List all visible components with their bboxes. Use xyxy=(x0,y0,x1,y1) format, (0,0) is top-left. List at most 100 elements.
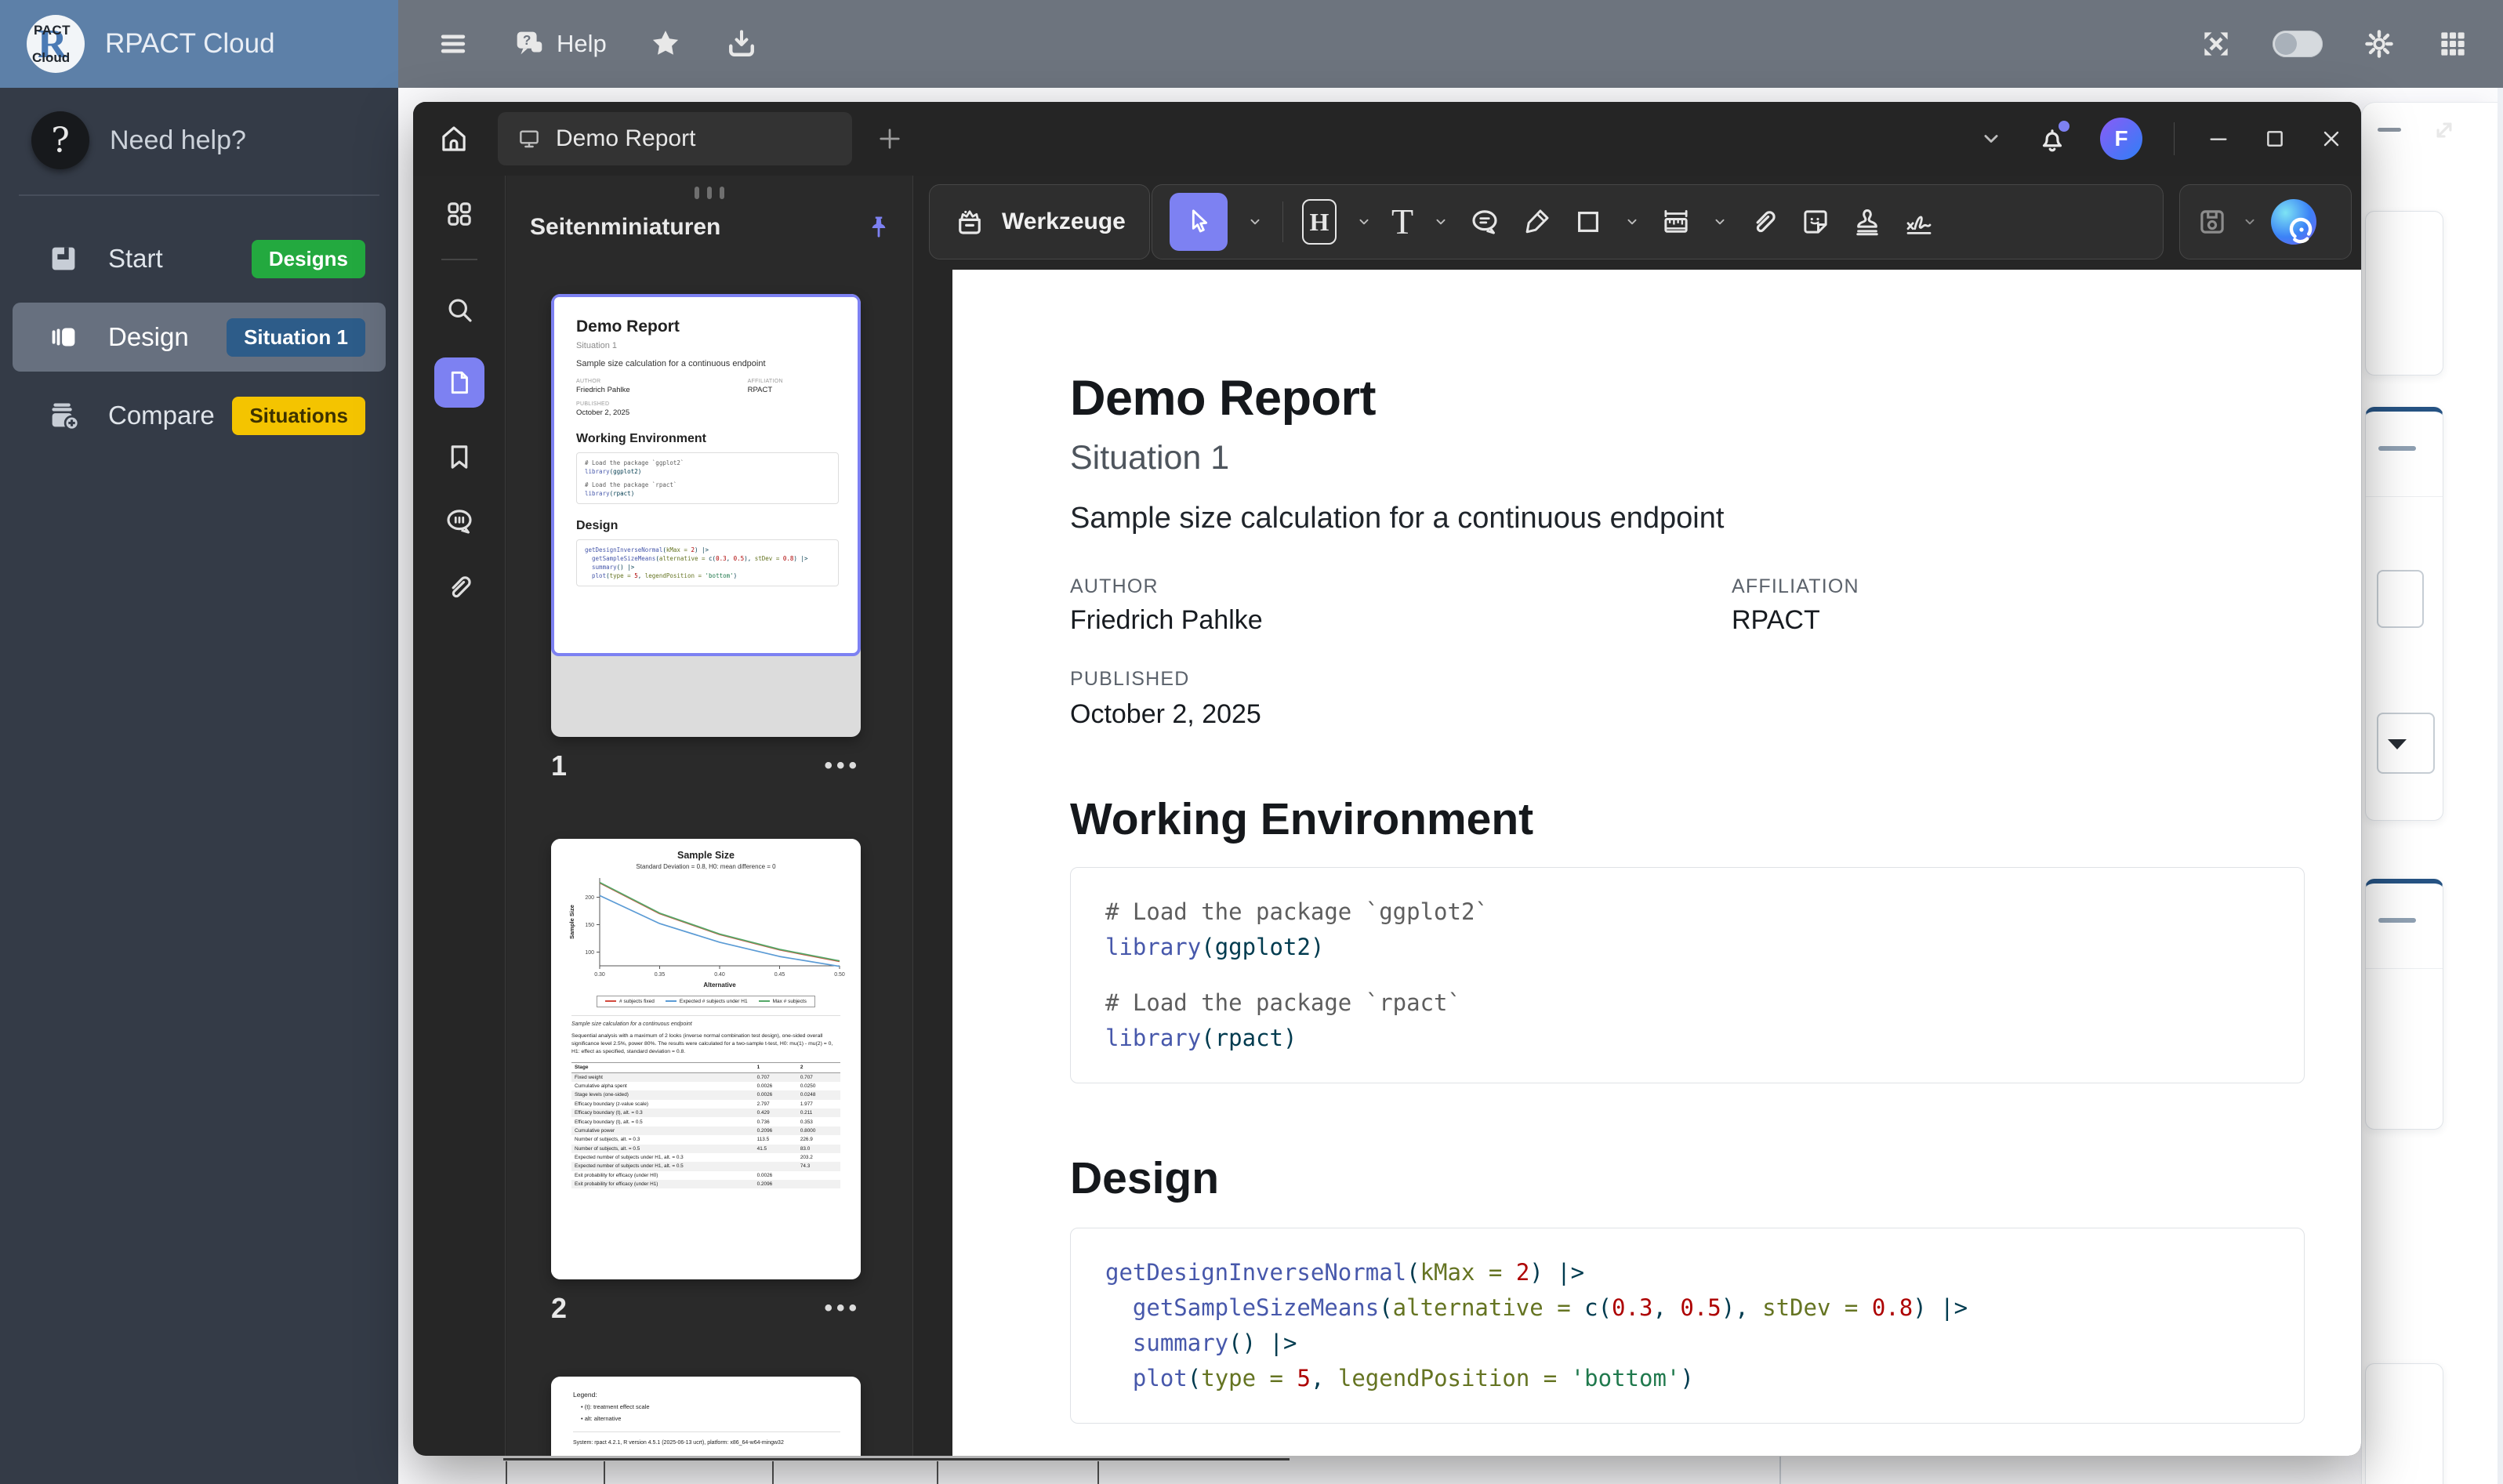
table-row: Stage levels (one-sided)0.00260.0248 xyxy=(571,1090,840,1099)
panel-title: Seitenminiaturen xyxy=(530,214,720,241)
close-button[interactable] xyxy=(2319,126,2344,151)
sticker-tool-icon[interactable] xyxy=(1799,205,1832,238)
ai-swirl-icon xyxy=(2279,207,2324,252)
table-row: Fixed weight0.7070.707 xyxy=(571,1072,840,1082)
thumbnail-3[interactable]: Legend: • (t): treatment effect scale • … xyxy=(551,1377,861,1456)
thumbnail-menu[interactable]: ••• xyxy=(824,1295,861,1322)
home-button[interactable] xyxy=(429,114,479,164)
rail-divider xyxy=(441,259,477,260)
summary-paragraph: Sequential analysis with a maximum of 2 … xyxy=(571,1032,840,1056)
code-line: summary() |> xyxy=(585,563,830,571)
bookmark-icon[interactable] xyxy=(443,441,476,474)
notifications-bell-icon[interactable] xyxy=(2036,122,2069,155)
table-row: Exit probability for efficacy (under H1)… xyxy=(571,1180,840,1188)
chevron-down-icon[interactable] xyxy=(1623,213,1641,230)
measure-tool-icon[interactable] xyxy=(1660,205,1692,238)
chevron-down-icon[interactable] xyxy=(1355,213,1373,230)
thumbnail-menu[interactable]: ••• xyxy=(824,753,861,779)
help-button[interactable]: Help xyxy=(511,26,607,62)
sidebar-item-start[interactable]: Start Designs xyxy=(13,224,386,293)
theme-toggle[interactable] xyxy=(2273,31,2323,57)
search-icon[interactable] xyxy=(443,293,476,326)
panel-expand-icon[interactable] xyxy=(2429,115,2459,145)
table-header: Stage xyxy=(571,1062,754,1072)
fullscreen-icon[interactable] xyxy=(2199,27,2233,61)
thumbnail-2[interactable]: Sample Size Standard Deviation = 0.8, H0… xyxy=(551,839,861,1279)
legend-item: Expected # subjects under H1 xyxy=(666,999,748,1004)
user-avatar[interactable]: F xyxy=(2100,118,2142,160)
chevron-down-icon[interactable] xyxy=(1432,213,1449,230)
svg-text:Alternative: Alternative xyxy=(703,981,736,989)
minimize-button[interactable] xyxy=(2206,126,2231,151)
toolbox-icon xyxy=(953,205,986,238)
dropdown-stub[interactable] xyxy=(2377,713,2435,774)
compare-icon xyxy=(45,397,82,434)
table-row: Number of subjects, alt. = 0.541.583.0 xyxy=(571,1145,840,1153)
sidebar-item-label: Compare xyxy=(108,401,215,430)
signature-tool-icon[interactable] xyxy=(1903,205,1935,238)
panel-minimize-icon[interactable] xyxy=(2378,128,2401,132)
divider xyxy=(571,1015,840,1016)
stamp-tool-icon[interactable] xyxy=(1851,205,1884,238)
mini-code-block: getDesignInverseNormal(kMax = 2) |> getS… xyxy=(576,539,839,586)
code-line: plot(type = 5, legendPosition = 'bottom'… xyxy=(585,571,830,580)
designs-badge: Designs xyxy=(252,240,365,278)
affiliation-value: RPACT xyxy=(1732,605,1820,636)
design-icon xyxy=(45,319,82,355)
download-icon[interactable] xyxy=(724,27,759,61)
hamburger-icon[interactable] xyxy=(436,27,470,61)
chevron-down-icon xyxy=(2388,739,2407,749)
pin-icon[interactable] xyxy=(864,207,894,248)
chart-subtitle: Standard Deviation = 0.8, H0: mean diffe… xyxy=(551,863,861,870)
situations-badge: Situations xyxy=(232,397,365,435)
mini-code-block: # Load the package `ggplot2`library(ggpl… xyxy=(576,452,839,504)
comments-icon[interactable] xyxy=(443,505,476,538)
table-row: Number of subjects, alt. = 0.3113.5226.9 xyxy=(571,1135,840,1144)
page-background-sliver xyxy=(2498,88,2503,1484)
divider xyxy=(573,1431,840,1432)
report-tagline: Sample size calculation for a continuous… xyxy=(1070,502,1724,535)
shape-tool-icon[interactable] xyxy=(1572,205,1605,238)
code-line: library(rpact) xyxy=(585,489,830,498)
save-icon[interactable] xyxy=(2196,205,2229,238)
panel-drag-handle[interactable] xyxy=(695,187,724,199)
document-tab[interactable]: Demo Report xyxy=(498,112,852,165)
pen-tool-icon[interactable] xyxy=(1520,205,1553,238)
sidebar-item-compare[interactable]: Compare Situations xyxy=(13,381,386,450)
chevron-down-icon[interactable] xyxy=(1711,213,1729,230)
grid-view-icon[interactable] xyxy=(443,198,476,230)
apps-grid-icon[interactable] xyxy=(2436,27,2470,61)
maximize-button[interactable] xyxy=(2262,126,2287,151)
chevron-down-icon[interactable] xyxy=(1246,213,1264,230)
code-line: library(ggplot2) xyxy=(1105,930,2269,965)
need-help-row[interactable]: ? Need help? xyxy=(0,88,398,169)
mini-tagline: Sample size calculation for a continuous… xyxy=(576,359,839,368)
new-tab-button[interactable] xyxy=(876,125,904,153)
author-value: Friedrich Pahlke xyxy=(1070,605,1263,636)
comment-tool-icon[interactable] xyxy=(1468,205,1501,238)
report-title: Demo Report xyxy=(1070,370,1376,426)
start-icon xyxy=(45,241,82,277)
settings-gear-icon[interactable] xyxy=(2362,27,2396,61)
attachments-icon[interactable] xyxy=(443,571,476,604)
sidebar-item-design[interactable]: Design Situation 1 xyxy=(13,303,386,372)
page-thumbnails-button[interactable] xyxy=(434,357,484,408)
brand-block[interactable]: R PACT Cloud RPACT Cloud xyxy=(0,0,398,88)
input-field-stub[interactable] xyxy=(2377,570,2424,628)
cursor-tool-selected[interactable] xyxy=(1170,193,1228,251)
thumbnail-1[interactable]: Demo Report Situation 1 Sample size calc… xyxy=(551,294,861,737)
table-gridline xyxy=(772,1461,774,1484)
chevron-down-icon[interactable] xyxy=(1978,125,2004,152)
ai-assistant-button[interactable] xyxy=(2271,199,2316,245)
star-icon[interactable] xyxy=(648,26,684,62)
chevron-down-icon[interactable] xyxy=(2241,213,2258,230)
text-tool[interactable]: T xyxy=(1391,204,1413,240)
table-row: Expected number of subjects under H1, al… xyxy=(571,1153,840,1162)
table-gridline xyxy=(1097,1461,1099,1484)
tools-menu-button[interactable]: Werkzeuge xyxy=(929,184,1150,259)
report-table-fragment-rule xyxy=(503,1458,1290,1460)
attachment-tool-icon[interactable] xyxy=(1747,205,1780,238)
page-icon xyxy=(444,368,474,397)
highlight-tool[interactable]: H xyxy=(1302,199,1337,245)
help-label: Help xyxy=(557,30,607,58)
